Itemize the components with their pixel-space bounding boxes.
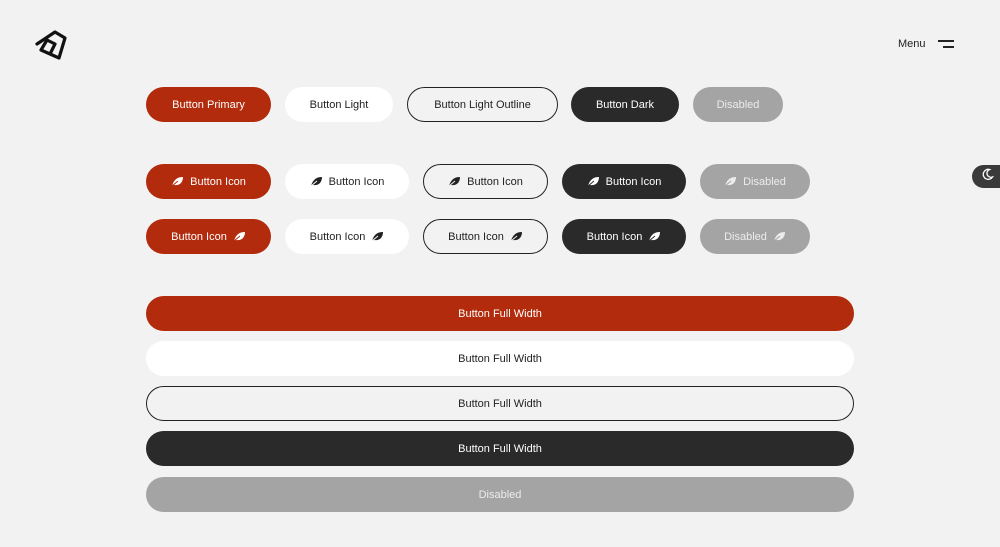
leaf-icon <box>310 176 323 187</box>
hamburger-icon <box>937 39 954 49</box>
light-button[interactable]: Button Light <box>285 87 393 122</box>
menu-button[interactable]: Menu <box>898 38 954 50</box>
light-full-width-button-label: Button Full Width <box>458 352 542 365</box>
leaf-icon <box>724 176 737 187</box>
light-outline-button[interactable]: Button Light Outline <box>407 87 558 122</box>
primary-full-width-button[interactable]: Button Full Width <box>146 296 854 331</box>
light-icon-right-button-label: Button Icon <box>309 230 366 243</box>
dark-icon-right-button[interactable]: Button Icon <box>562 219 686 254</box>
primary-button-label: Button Primary <box>172 98 245 111</box>
primary-icon-left-button-label: Button Icon <box>190 175 246 188</box>
disabled-button-label: Disabled <box>716 98 760 111</box>
outline-icon-left-button[interactable]: Button Icon <box>423 164 548 199</box>
dark-icon-left-button-label: Button Icon <box>605 175 662 188</box>
primary-icon-right-button-label: Button Icon <box>171 230 227 243</box>
disabled-full-width-button-label: Disabled <box>478 488 522 501</box>
dark-button-label: Button Dark <box>595 98 655 111</box>
disabled-full-width-button: Disabled <box>146 477 854 512</box>
light-icon-left-button[interactable]: Button Icon <box>285 164 409 199</box>
leaf-icon <box>648 231 661 242</box>
light-icon-left-button-label: Button Icon <box>328 175 385 188</box>
primary-icon-right-button[interactable]: Button Icon <box>146 219 271 254</box>
outline-icon-right-button[interactable]: Button Icon <box>423 219 548 254</box>
disabled-icon-right-button: Disabled <box>700 219 810 254</box>
leaf-icon <box>171 176 184 187</box>
leaf-icon <box>371 231 384 242</box>
outline-icon-left-button-label: Button Icon <box>467 175 523 188</box>
primary-full-width-button-label: Button Full Width <box>458 307 542 320</box>
outline-full-width-button-label: Button Full Width <box>458 397 542 410</box>
dark-full-width-button-label: Button Full Width <box>458 442 542 455</box>
disabled-button: Disabled <box>693 87 783 122</box>
primary-icon-left-button[interactable]: Button Icon <box>146 164 271 199</box>
outline-full-width-button[interactable]: Button Full Width <box>146 386 854 421</box>
disabled-icon-left-button: Disabled <box>700 164 810 199</box>
disabled-icon-right-button-label: Disabled <box>724 230 767 243</box>
leaf-icon <box>587 176 600 187</box>
leaf-icon <box>233 231 246 242</box>
disabled-icon-left-button-label: Disabled <box>743 175 786 188</box>
theme-toggle[interactable] <box>972 165 1000 188</box>
outline-icon-right-button-label: Button Icon <box>448 230 504 243</box>
primary-button[interactable]: Button Primary <box>146 87 271 122</box>
dark-icon-right-button-label: Button Icon <box>586 230 643 243</box>
leaf-icon <box>448 176 461 187</box>
dark-button[interactable]: Button Dark <box>571 87 679 122</box>
moon-icon <box>981 168 995 186</box>
dark-full-width-button[interactable]: Button Full Width <box>146 431 854 466</box>
light-icon-right-button[interactable]: Button Icon <box>285 219 409 254</box>
leaf-icon <box>773 231 786 242</box>
leaf-icon <box>510 231 523 242</box>
menu-label: Menu <box>898 38 926 50</box>
light-outline-button-label: Button Light Outline <box>434 98 531 111</box>
brand-logo[interactable] <box>33 28 69 62</box>
dark-icon-left-button[interactable]: Button Icon <box>562 164 686 199</box>
light-full-width-button[interactable]: Button Full Width <box>146 341 854 376</box>
light-button-label: Button Light <box>309 98 369 111</box>
